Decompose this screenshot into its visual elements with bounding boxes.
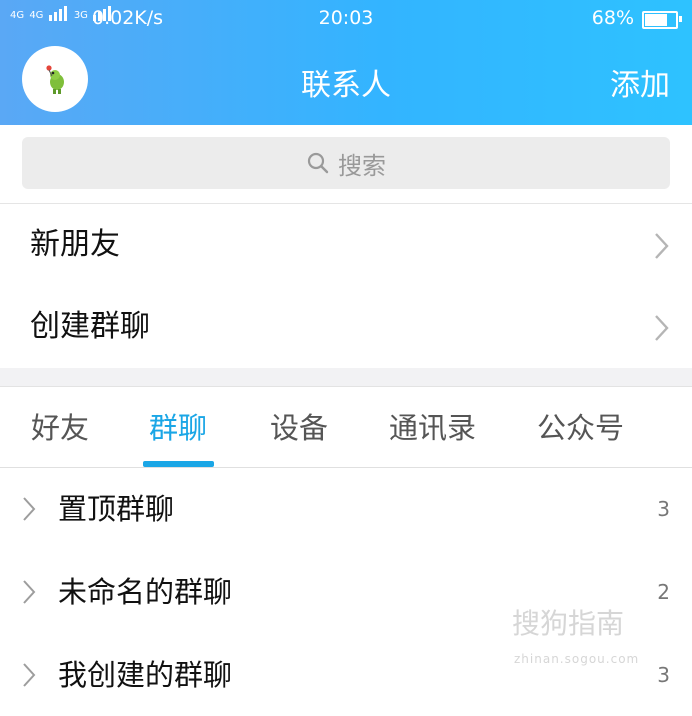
group-category-count: 3 [657,497,670,521]
search-input[interactable]: 搜索 [22,137,670,189]
create-group-item[interactable]: 创建群聊 [0,286,692,369]
new-friends-item[interactable]: 新朋友 [0,204,692,287]
clock: 20:03 [318,7,374,29]
group-category-name: 我创建的群聊 [58,658,233,692]
watermark-logo: 搜狗指南 [512,607,625,640]
group-category-name: 置顶群聊 [58,492,175,526]
group-category-pinned[interactable]: 置顶群聊 3 [0,468,692,550]
tab-address-book[interactable]: 通讯录 [389,387,476,469]
chevron-right-icon [655,315,669,341]
chevron-right-icon [23,580,36,604]
chevron-right-icon [23,663,36,687]
contact-tabs: 好友 群聊 设备 通讯录 公众号 [0,387,692,468]
page-title: 联系人 [301,68,391,103]
watermark: 搜狗指南 zhinan.sogou.com [512,602,672,688]
group-category-name: 未命名的群聊 [58,575,233,609]
app-header: 4G 4G 3G 0.02K/s 20:03 68% 联系人 添加 [0,0,692,125]
chevron-right-icon [23,497,36,521]
battery-icon [642,11,682,29]
new-friends-label: 新朋友 [30,227,120,262]
status-bar: 4G 4G 3G 0.02K/s 20:03 68% [0,0,692,36]
tab-public-accounts[interactable]: 公众号 [537,387,624,469]
search-section: 搜索 [0,125,692,204]
chevron-right-icon [655,233,669,259]
battery-percent: 68% [591,7,634,29]
tab-friends[interactable]: 好友 [31,387,89,469]
watermark-url: zhinan.sogou.com [514,652,640,666]
tab-devices[interactable]: 设备 [270,387,328,469]
battery-level [645,14,667,26]
search-icon [307,152,329,174]
tab-groups[interactable]: 群聊 [149,387,207,469]
create-group-label: 创建群聊 [30,309,150,344]
search-placeholder: 搜索 [338,151,386,180]
section-divider [0,368,692,387]
add-button[interactable]: 添加 [610,60,670,104]
active-tab-indicator [143,461,214,467]
